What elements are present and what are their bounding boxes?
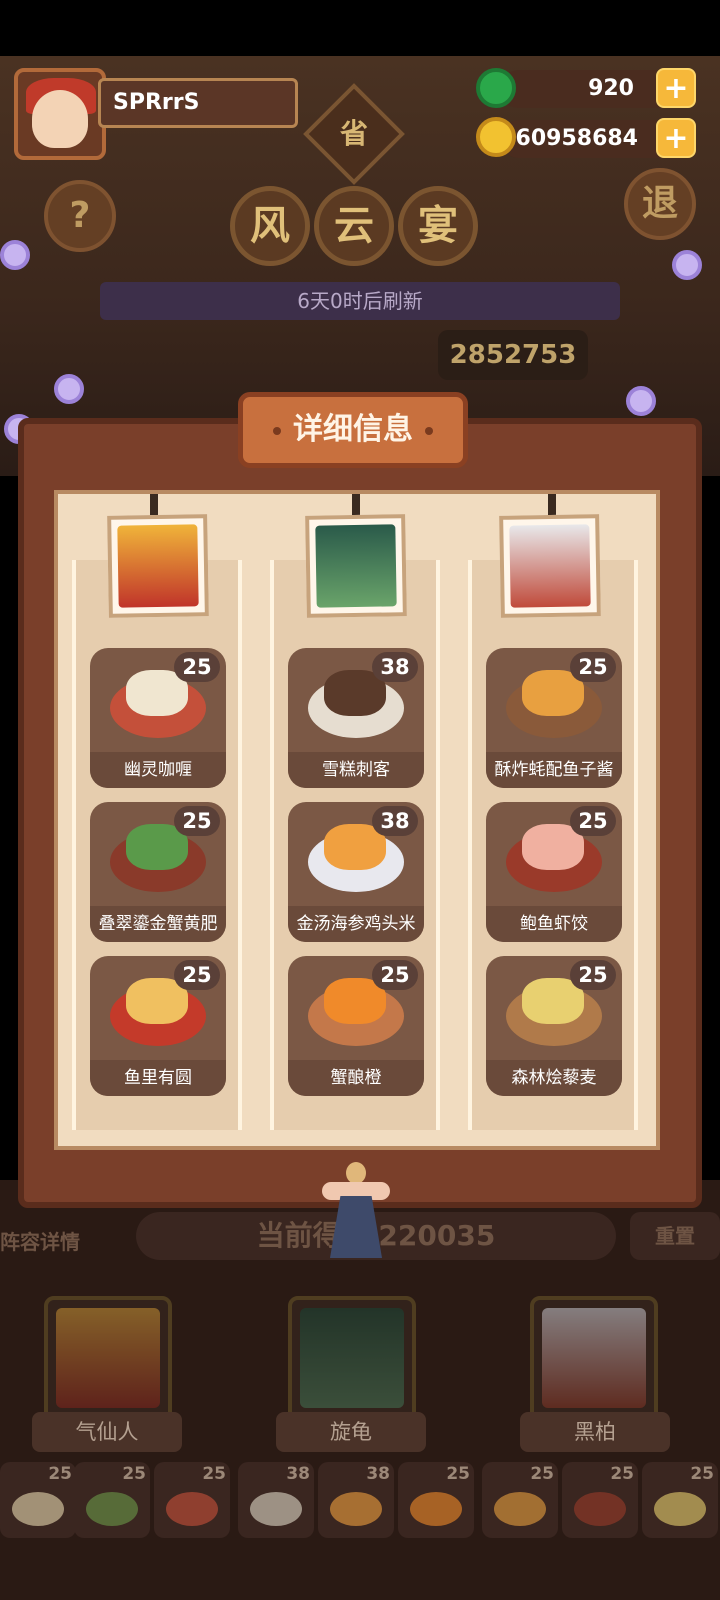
title-dot bbox=[273, 426, 281, 435]
avatar-face bbox=[32, 90, 88, 148]
dish-name: 森林烩藜麦 bbox=[486, 1060, 622, 1096]
dish-level-badge: 38 bbox=[372, 652, 418, 682]
tassel-skirt bbox=[330, 1196, 382, 1258]
hero-image bbox=[315, 524, 397, 608]
game-screen: SPRrrS 920 + 60958684 + ? 退 省 风 云 宴 6天0时… bbox=[0, 0, 720, 1600]
dish-count: 25 bbox=[122, 1464, 146, 1484]
dish-level-badge: 25 bbox=[174, 960, 220, 990]
dish-image bbox=[574, 1492, 626, 1526]
title-char-yan: 宴 bbox=[398, 186, 478, 266]
hero-image bbox=[56, 1308, 160, 1408]
hero-name-2: 旋龟 bbox=[276, 1412, 426, 1452]
modal-title: 详细信息 bbox=[238, 392, 468, 468]
flower-icon bbox=[0, 240, 30, 270]
add-jade-button[interactable]: + bbox=[656, 68, 696, 108]
dish-count: 38 bbox=[366, 1464, 390, 1484]
dish-name: 金汤海参鸡头米 bbox=[288, 906, 424, 942]
dish-card[interactable]: 38 雪糕刺客 bbox=[288, 648, 424, 788]
exit-button[interactable]: 退 bbox=[624, 168, 696, 240]
dish-card[interactable]: 25 鱼里有圆 bbox=[90, 956, 226, 1096]
dish-count: 25 bbox=[690, 1464, 714, 1484]
dish-slot[interactable]: 25 bbox=[0, 1462, 76, 1538]
dish-card[interactable]: 25 叠翠鎏金蟹黄肥 bbox=[90, 802, 226, 942]
dish-name: 酥炸蚝配鱼子酱 bbox=[486, 752, 622, 788]
top-score: 2852753 bbox=[438, 330, 588, 380]
reset-button[interactable]: 重置 bbox=[630, 1212, 720, 1260]
lineup-details-link[interactable]: 阵容详情 bbox=[0, 1226, 80, 1255]
dish-level-badge: 25 bbox=[570, 652, 616, 682]
dish-count: 25 bbox=[48, 1464, 72, 1484]
dish-card[interactable]: 25 幽灵咖喱 bbox=[90, 648, 226, 788]
dish-card[interactable]: 25 酥炸蚝配鱼子酱 bbox=[486, 648, 622, 788]
flower-icon bbox=[54, 374, 84, 404]
dish-image bbox=[86, 1492, 138, 1526]
hero-image bbox=[117, 524, 199, 608]
dish-count: 38 bbox=[286, 1464, 310, 1484]
dish-card[interactable]: 25 蟹酿橙 bbox=[288, 956, 424, 1096]
dish-name: 蟹酿橙 bbox=[288, 1060, 424, 1096]
coin-icon bbox=[476, 117, 516, 157]
hero-image bbox=[542, 1308, 646, 1408]
dish-level-badge: 25 bbox=[174, 806, 220, 836]
title-dot bbox=[425, 426, 433, 435]
help-button[interactable]: ? bbox=[44, 180, 116, 252]
dish-image bbox=[166, 1492, 218, 1526]
dish-count: 25 bbox=[202, 1464, 226, 1484]
dish-level-badge: 25 bbox=[570, 960, 616, 990]
jade-icon bbox=[476, 68, 516, 108]
dish-image bbox=[410, 1492, 462, 1526]
tassel-icon[interactable] bbox=[318, 1162, 394, 1258]
status-bar bbox=[0, 0, 720, 56]
dish-slot[interactable]: 25 bbox=[398, 1462, 474, 1538]
dish-count: 25 bbox=[610, 1464, 634, 1484]
dish-image bbox=[654, 1492, 706, 1526]
tassel-knot bbox=[346, 1162, 366, 1184]
dish-name: 鱼里有圆 bbox=[90, 1060, 226, 1096]
dish-name: 幽灵咖喱 bbox=[90, 752, 226, 788]
dish-slot[interactable]: 38 bbox=[318, 1462, 394, 1538]
dish-image bbox=[494, 1492, 546, 1526]
dish-image bbox=[12, 1492, 64, 1526]
dish-image bbox=[330, 1492, 382, 1526]
modal-title-text: 详细信息 bbox=[293, 412, 413, 447]
dish-slot[interactable]: 25 bbox=[642, 1462, 718, 1538]
dish-level-badge: 25 bbox=[570, 806, 616, 836]
title-char-feng: 风 bbox=[230, 186, 310, 266]
dish-count: 25 bbox=[446, 1464, 470, 1484]
dish-level-badge: 25 bbox=[174, 652, 220, 682]
dish-card[interactable]: 25 鲍鱼虾饺 bbox=[486, 802, 622, 942]
hero-image bbox=[300, 1308, 404, 1408]
player-name: SPRrrS bbox=[98, 78, 298, 128]
dish-card[interactable]: 38 金汤海参鸡头米 bbox=[288, 802, 424, 942]
dish-slot[interactable]: 25 bbox=[482, 1462, 558, 1538]
dish-image bbox=[250, 1492, 302, 1526]
player-avatar[interactable] bbox=[14, 68, 106, 160]
hero-name-3: 黑柏 bbox=[520, 1412, 670, 1452]
flower-icon bbox=[672, 250, 702, 280]
dish-slot[interactable]: 38 bbox=[238, 1462, 314, 1538]
dish-slot[interactable]: 25 bbox=[562, 1462, 638, 1538]
dish-slot[interactable]: 25 bbox=[74, 1462, 150, 1538]
title-char-yun: 云 bbox=[314, 186, 394, 266]
hero-image bbox=[509, 524, 591, 608]
add-coin-button[interactable]: + bbox=[656, 118, 696, 158]
dish-level-badge: 25 bbox=[372, 960, 418, 990]
hero-name-1: 气仙人 bbox=[32, 1412, 182, 1452]
dish-name: 叠翠鎏金蟹黄肥 bbox=[90, 906, 226, 942]
province-char: 省 bbox=[339, 117, 368, 150]
flower-icon bbox=[626, 386, 656, 416]
dish-slot[interactable]: 25 bbox=[154, 1462, 230, 1538]
dish-name: 雪糕刺客 bbox=[288, 752, 424, 788]
dish-level-badge: 38 bbox=[372, 806, 418, 836]
refresh-timer: 6天0时后刷新 bbox=[100, 282, 620, 320]
dish-card[interactable]: 25 森林烩藜麦 bbox=[486, 956, 622, 1096]
hero-portrait-1 bbox=[107, 514, 209, 618]
hero-portrait-3 bbox=[499, 514, 601, 618]
dish-count: 25 bbox=[530, 1464, 554, 1484]
hero-portrait-2 bbox=[305, 514, 407, 618]
dish-name: 鲍鱼虾饺 bbox=[486, 906, 622, 942]
